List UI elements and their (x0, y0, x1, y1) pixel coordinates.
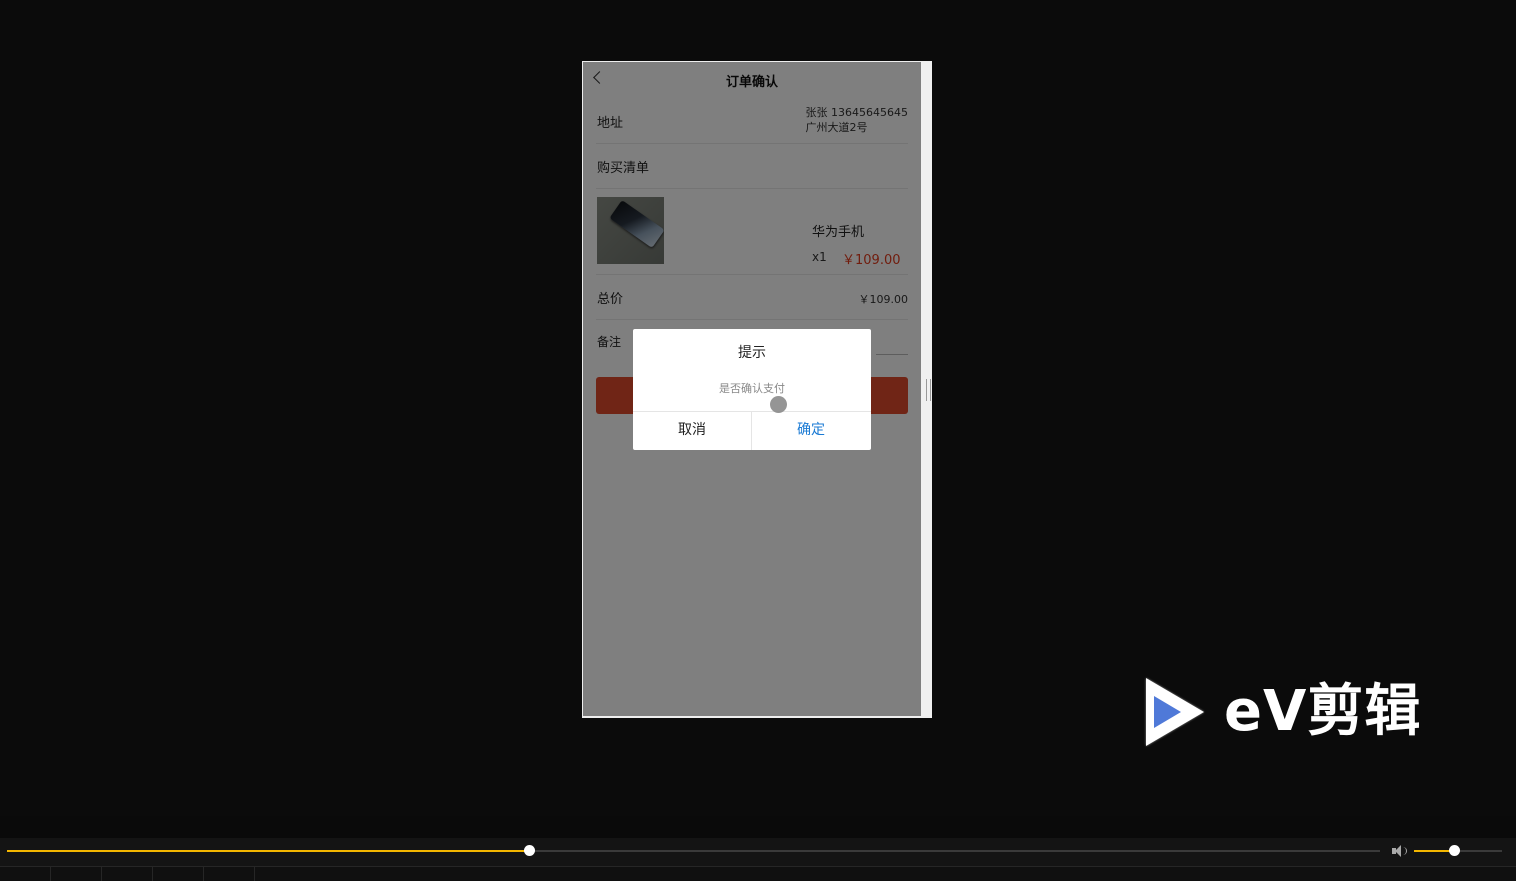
timeline-strip (0, 866, 1516, 881)
watermark-text: eV剪辑 (1224, 679, 1422, 744)
dialog-button-bar: 取消 确定 (633, 411, 871, 450)
volume-icon-wave (1403, 847, 1407, 855)
timeline-cell (204, 867, 255, 881)
volume-slider[interactable] (1414, 845, 1502, 856)
timeline-cell (0, 867, 51, 881)
confirm-button[interactable]: 确定 (752, 412, 870, 450)
volume-level (1414, 850, 1454, 852)
player-controls (0, 838, 1516, 881)
video-stage: 订单确认 地址 张张 13645645645 广州大道2号 购买清单 华为手机 … (0, 0, 1516, 816)
cancel-button[interactable]: 取消 (633, 412, 752, 450)
phone-frame: 订单确认 地址 张张 13645645645 广州大道2号 购买清单 华为手机 … (582, 61, 932, 718)
seek-bar[interactable] (7, 845, 1380, 856)
confirm-dialog: 提示 是否确认支付 取消 确定 (633, 329, 871, 450)
timeline-cell (153, 867, 204, 881)
volume-icon-cone (1395, 845, 1401, 857)
play-logo-inner-icon (1154, 696, 1181, 728)
seek-progress (7, 850, 529, 852)
seek-handle[interactable] (523, 845, 535, 856)
app-screen: 订单确认 地址 张张 13645645645 广州大道2号 购买清单 华为手机 … (583, 62, 921, 716)
volume-handle[interactable] (1448, 845, 1460, 856)
ev-watermark: eV剪辑 (1144, 676, 1444, 748)
timeline-cell (51, 867, 102, 881)
dialog-title: 提示 (738, 345, 766, 361)
dialog-message: 是否确认支付 (719, 382, 785, 395)
touch-cursor-icon (770, 396, 787, 413)
volume-icon[interactable] (1392, 845, 1408, 857)
scrollbar-grip-icon[interactable] (926, 379, 931, 401)
timeline-cell (102, 867, 153, 881)
